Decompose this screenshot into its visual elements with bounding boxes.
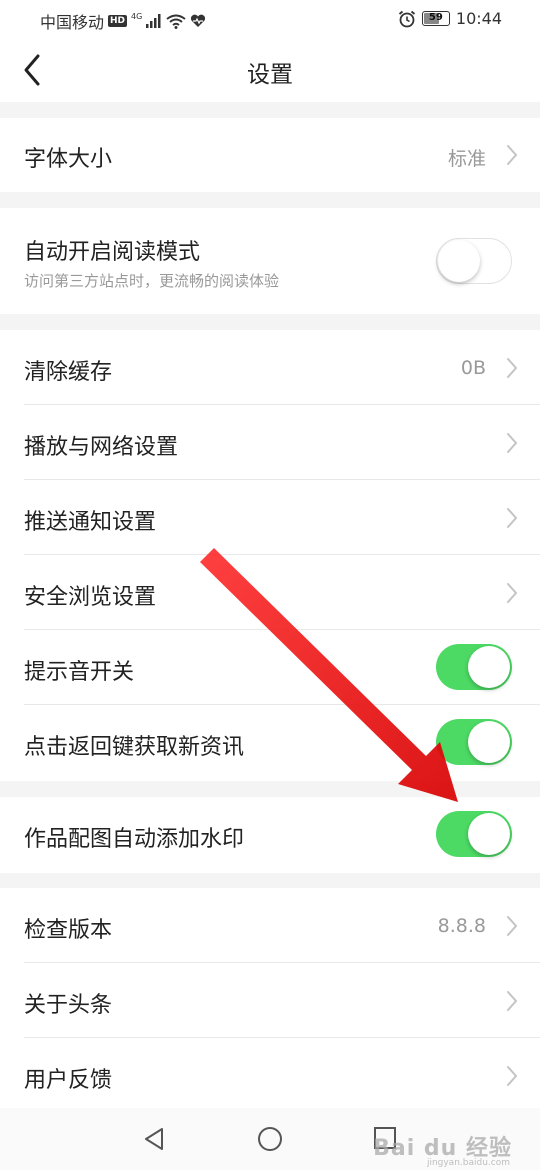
system-nav-bar: Bai du 经验 jingyan.baidu.com [0, 1108, 540, 1170]
battery-level: 59 [428, 12, 443, 23]
page-title: 设置 [247, 62, 293, 88]
watermark-label: 作品配图自动添加水印 [24, 827, 245, 852]
chevron-right-icon [507, 358, 518, 378]
chevron-right-icon [507, 508, 518, 528]
chevron-right-icon [507, 583, 518, 603]
toggle-knob [468, 646, 510, 688]
about-row[interactable]: 关于头条 [0, 963, 540, 1038]
chevron-right-icon [507, 991, 518, 1011]
status-bar: 中国移动 HD 4G 59 10:44 [0, 0, 540, 38]
font-size-row[interactable]: 字体大小 标准 [0, 118, 540, 192]
alarm-icon [398, 10, 415, 27]
reading-mode-label: 自动开启阅读模式 [24, 240, 201, 265]
check-version-label: 检查版本 [24, 918, 113, 943]
hd-badge: HD [108, 15, 128, 27]
sound-toggle-row: 提示音开关 [0, 630, 540, 705]
playback-network-label: 播放与网络设置 [24, 435, 179, 460]
back-refresh-label: 点击返回键获取新资讯 [24, 735, 245, 760]
wifi-icon [166, 14, 186, 29]
status-left: 中国移动 HD 4G [40, 9, 206, 33]
playback-network-row[interactable]: 播放与网络设置 [0, 405, 540, 480]
nav-back-icon[interactable] [142, 1126, 166, 1152]
font-size-label: 字体大小 [24, 147, 113, 172]
chevron-right-icon [507, 916, 518, 936]
safe-browse-label: 安全浏览设置 [24, 585, 157, 610]
font-size-value: 标准 [447, 148, 486, 170]
cache-size-value: 0B [460, 357, 486, 379]
toggle-knob [468, 721, 510, 763]
back-refresh-row: 点击返回键获取新资讯 [0, 705, 540, 781]
nav-home-icon[interactable] [257, 1126, 283, 1152]
safe-browse-row[interactable]: 安全浏览设置 [0, 555, 540, 630]
version-value: 8.8.8 [437, 915, 486, 937]
feedback-label: 用户反馈 [24, 1068, 113, 1093]
clear-cache-label: 清除缓存 [24, 360, 113, 385]
push-notify-label: 推送通知设置 [24, 510, 157, 535]
chevron-right-icon [507, 1066, 518, 1086]
back-refresh-toggle[interactable] [436, 719, 512, 765]
clock-time: 10:44 [455, 9, 502, 28]
chevron-right-icon [507, 145, 518, 165]
battery-icon: 59 [421, 11, 450, 26]
sound-toggle-switch[interactable] [436, 644, 512, 690]
carrier-name: 中国移动 [40, 13, 105, 32]
watermark-toggle[interactable] [436, 811, 512, 857]
reading-mode-row: 自动开启阅读模式 访问第三方站点时，更流畅的阅读体验 [0, 208, 540, 314]
heart-rate-icon [191, 14, 206, 27]
feedback-row[interactable]: 用户反馈 [0, 1038, 540, 1108]
signal-icon [146, 14, 161, 28]
watermark-row: 作品配图自动添加水印 [0, 797, 540, 873]
sound-toggle-label: 提示音开关 [24, 660, 135, 685]
reading-mode-toggle[interactable] [436, 238, 512, 284]
clear-cache-row[interactable]: 清除缓存 0B [0, 330, 540, 405]
about-label: 关于头条 [24, 993, 113, 1018]
network-type: 4G [131, 12, 143, 21]
toggle-knob [438, 240, 480, 282]
chevron-right-icon [507, 433, 518, 453]
watermark-url: jingyan.baidu.com [426, 1158, 510, 1168]
reading-mode-desc: 访问第三方站点时，更流畅的阅读体验 [24, 272, 280, 290]
toggle-knob [468, 813, 510, 855]
push-notify-row[interactable]: 推送通知设置 [0, 480, 540, 555]
status-right: 59 10:44 [398, 9, 502, 28]
check-version-row[interactable]: 检查版本 8.8.8 [0, 888, 540, 963]
nav-header: 设置 [0, 38, 540, 102]
